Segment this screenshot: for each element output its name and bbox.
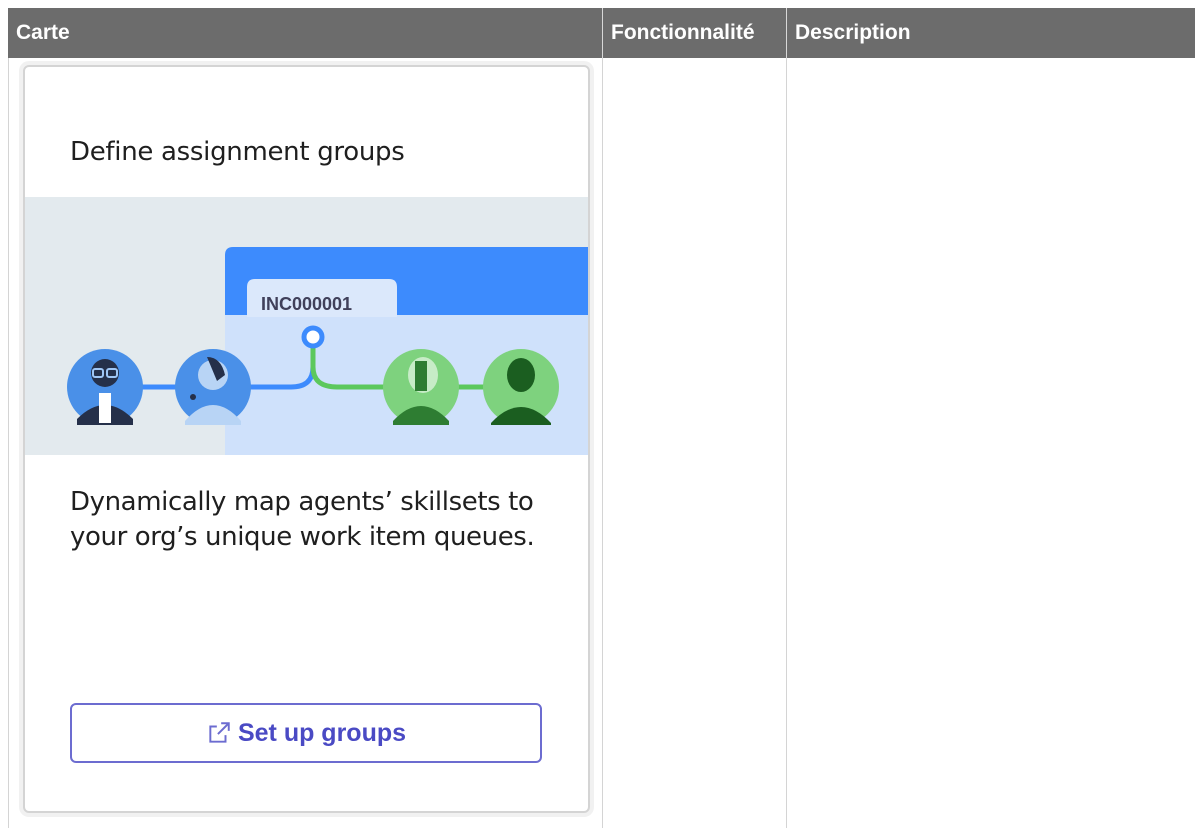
- assignment-illustration: INC000001: [67, 247, 588, 455]
- agent-avatar-2: [175, 349, 251, 425]
- external-link-icon: [209, 722, 230, 743]
- column-divider: [602, 58, 603, 828]
- card-illustration: INC000001: [25, 197, 588, 455]
- card-title: Define assignment groups: [70, 137, 405, 167]
- table-header: Carte Fonctionnalité Description: [8, 8, 1195, 58]
- header-fonctionnalite: Fonctionnalité: [602, 8, 786, 58]
- agent-avatar-4: [483, 349, 559, 425]
- agent-avatar-1: [67, 349, 143, 425]
- ticket-label: INC000001: [261, 294, 352, 314]
- column-divider: [8, 58, 9, 828]
- feature-table: Carte Fonctionnalité Description Define …: [8, 8, 1195, 828]
- agent-avatar-3: [383, 349, 459, 425]
- setup-groups-label: Set up groups: [237, 718, 407, 747]
- feature-card: Define assignment groups INC000001 Dynam…: [23, 65, 590, 813]
- connector-node: [301, 325, 325, 349]
- setup-groups-button[interactable]: Set up groups: [70, 703, 542, 763]
- header-carte: Carte: [16, 21, 70, 44]
- header-description: Description: [786, 8, 1195, 58]
- column-divider: [786, 58, 787, 828]
- card-description: Dynamically map agents’ skillsets to you…: [70, 487, 535, 552]
